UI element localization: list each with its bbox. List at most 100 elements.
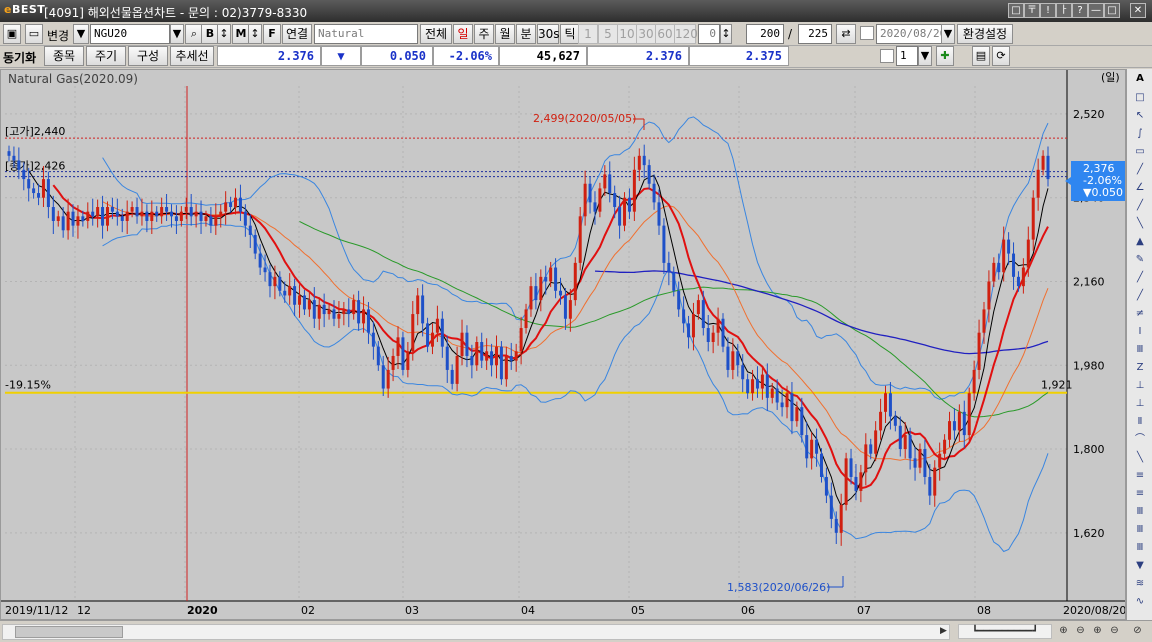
num-120-button[interactable]: 120	[674, 24, 698, 44]
drawing-tool-0-icon[interactable]: □	[1131, 91, 1149, 105]
window-menu-icon[interactable]: ▣	[3, 24, 21, 44]
drawing-tool-23-icon[interactable]: Ⅲ	[1131, 505, 1149, 519]
period-month-button[interactable]: 월	[495, 24, 515, 44]
candle-body	[71, 211, 75, 226]
date-checkbox[interactable]	[860, 26, 874, 40]
add-icon[interactable]: ✚	[936, 46, 954, 66]
count-input[interactable]: 200	[746, 24, 784, 44]
scroll-right-icon[interactable]: ▶	[936, 624, 951, 639]
zoom-reset-icon[interactable]: ⊘	[1130, 624, 1145, 639]
num-5-button[interactable]: 5	[598, 24, 618, 44]
drawing-tool-21-icon[interactable]: ≡	[1131, 469, 1149, 483]
tab-trendline[interactable]: 추세선	[170, 46, 214, 66]
drawing-tool-14-icon[interactable]: Ⅲ	[1131, 343, 1149, 357]
candle-body	[1002, 239, 1006, 273]
period-tick-button[interactable]: 틱	[560, 24, 580, 44]
chart-svg[interactable]: 2,5202,3402,1601,9801,8001,620(일)2019/11…	[1, 70, 1125, 619]
offset-input[interactable]: 0	[698, 24, 720, 44]
sidebar-toggle-icon[interactable]: A	[1131, 72, 1149, 86]
period-week-button[interactable]: 주	[474, 24, 494, 44]
drawing-tool-2-icon[interactable]: ∫	[1131, 127, 1149, 141]
all-button[interactable]: 전체	[420, 24, 452, 44]
price-chart[interactable]: 2,5202,3402,1601,9801,8001,620(일)2019/11…	[0, 69, 1126, 620]
drawing-tool-11-icon[interactable]: ╱	[1131, 289, 1149, 303]
close-icon[interactable]: ✕	[1130, 3, 1146, 18]
drawing-tool-16-icon[interactable]: ⊥	[1131, 379, 1149, 393]
drawing-tool-26-icon[interactable]: ▼	[1131, 559, 1149, 573]
date-input[interactable]: 2020/08/20	[876, 24, 946, 44]
drawing-tool-8-icon[interactable]: ▲	[1131, 235, 1149, 249]
drawing-tool-3-icon[interactable]: ▭	[1131, 145, 1149, 159]
env-settings-button[interactable]: 환경설정	[957, 24, 1013, 44]
candle-body	[41, 179, 45, 198]
drawing-tool-25-icon[interactable]: Ⅲ	[1131, 541, 1149, 555]
window-btn-3-icon[interactable]: !	[1040, 3, 1056, 18]
window-btn-2-icon[interactable]: 〒	[1024, 3, 1040, 18]
drawing-tool-13-icon[interactable]: I	[1131, 325, 1149, 339]
candle-body	[829, 495, 833, 519]
drawing-tool-28-icon[interactable]: ∿	[1131, 595, 1149, 609]
drawing-tool-7-icon[interactable]: ╲	[1131, 217, 1149, 231]
drawing-tool-17-icon[interactable]: ⊥	[1131, 397, 1149, 411]
symbol-dropdown-icon[interactable]: ▼	[170, 24, 184, 44]
drawing-tool-22-icon[interactable]: ≡	[1131, 487, 1149, 501]
m-stepper-icon[interactable]: ↕	[248, 24, 262, 44]
tab-period[interactable]: 주기	[86, 46, 126, 66]
period-30s-button[interactable]: 30s	[537, 24, 560, 44]
screen-icon[interactable]: ▭	[25, 24, 43, 44]
f-button[interactable]: F	[263, 24, 281, 44]
sync-label[interactable]: 동기화	[3, 49, 36, 66]
total-input[interactable]: 225	[798, 24, 832, 44]
drawing-tool-6-icon[interactable]: ╱	[1131, 199, 1149, 213]
refresh-icon[interactable]: ⇄	[836, 24, 856, 44]
overlay-checkbox[interactable]	[880, 49, 894, 63]
zoom-out-icon[interactable]: ⊖	[1073, 624, 1088, 639]
period-day-button[interactable]: 일	[453, 24, 473, 44]
window-btn-1-icon[interactable]: □	[1008, 3, 1024, 18]
link-button[interactable]: 연결	[282, 24, 312, 44]
reset-icon[interactable]: ⟳	[992, 46, 1010, 66]
drawing-tool-12-icon[interactable]: ≠	[1131, 307, 1149, 321]
zoom-slider[interactable]: ┗━━━━━━━━━┛	[958, 624, 1052, 639]
drawing-tool-4-icon[interactable]: ╱	[1131, 163, 1149, 177]
num-60-button[interactable]: 60	[655, 24, 675, 44]
symbol-input[interactable]: NGU20	[90, 24, 170, 44]
horizontal-scrollbar[interactable]	[2, 624, 950, 640]
page-input[interactable]: 1	[896, 46, 918, 66]
num-10-button[interactable]: 10	[617, 24, 637, 44]
offset-stepper-icon[interactable]: ↕	[720, 24, 732, 44]
title-bar[interactable]: eBEST [4091] 해외선물옵션차트 - 문의 : 02)3779-833…	[0, 0, 1152, 22]
save-icon[interactable]: ▤	[972, 46, 990, 66]
maximize-icon[interactable]: □	[1104, 3, 1120, 18]
window-btn-4-icon[interactable]: ㅏ	[1056, 3, 1072, 18]
zoom-in-2-icon[interactable]: ⊕	[1090, 624, 1105, 639]
drawing-tool-15-icon[interactable]: Z	[1131, 361, 1149, 375]
drawing-tool-20-icon[interactable]: ╲	[1131, 451, 1149, 465]
product-input[interactable]: Natural Gas(2020	[314, 24, 418, 58]
drawing-tool-1-icon[interactable]: ↖	[1131, 109, 1149, 123]
candle-body	[1021, 267, 1025, 287]
drawing-tool-18-icon[interactable]: Ⅱ	[1131, 415, 1149, 429]
tab-item[interactable]: 종목	[44, 46, 84, 66]
change-dropdown-icon[interactable]: ▼	[73, 24, 89, 44]
minimize-icon[interactable]: —	[1088, 3, 1104, 18]
help-icon[interactable]: ?	[1072, 3, 1088, 18]
drawing-tool-9-icon[interactable]: ✎	[1131, 253, 1149, 267]
drawing-tool-27-icon[interactable]: ≋	[1131, 577, 1149, 591]
zoom-out-2-icon[interactable]: ⊖	[1107, 624, 1122, 639]
drawing-tool-24-icon[interactable]: Ⅲ	[1131, 523, 1149, 537]
period-minute-button[interactable]: 분	[516, 24, 536, 44]
change-label[interactable]: 변경	[47, 27, 69, 44]
num-30-button[interactable]: 30	[636, 24, 656, 44]
num-1-button[interactable]: 1	[578, 24, 598, 44]
zoom-in-icon[interactable]: ⊕	[1056, 624, 1071, 639]
scrollbar-thumb[interactable]	[15, 626, 123, 638]
drawing-tool-5-icon[interactable]: ∠	[1131, 181, 1149, 195]
page-dropdown-icon[interactable]: ▼	[918, 46, 932, 66]
drawing-tool-19-icon[interactable]: ⌒	[1131, 433, 1149, 447]
candle-body	[347, 309, 351, 315]
b-stepper-icon[interactable]: ↕	[217, 24, 231, 44]
date-dropdown-icon[interactable]: ▼	[941, 24, 955, 44]
tab-compose[interactable]: 구성	[128, 46, 168, 66]
drawing-tool-10-icon[interactable]: ╱	[1131, 271, 1149, 285]
